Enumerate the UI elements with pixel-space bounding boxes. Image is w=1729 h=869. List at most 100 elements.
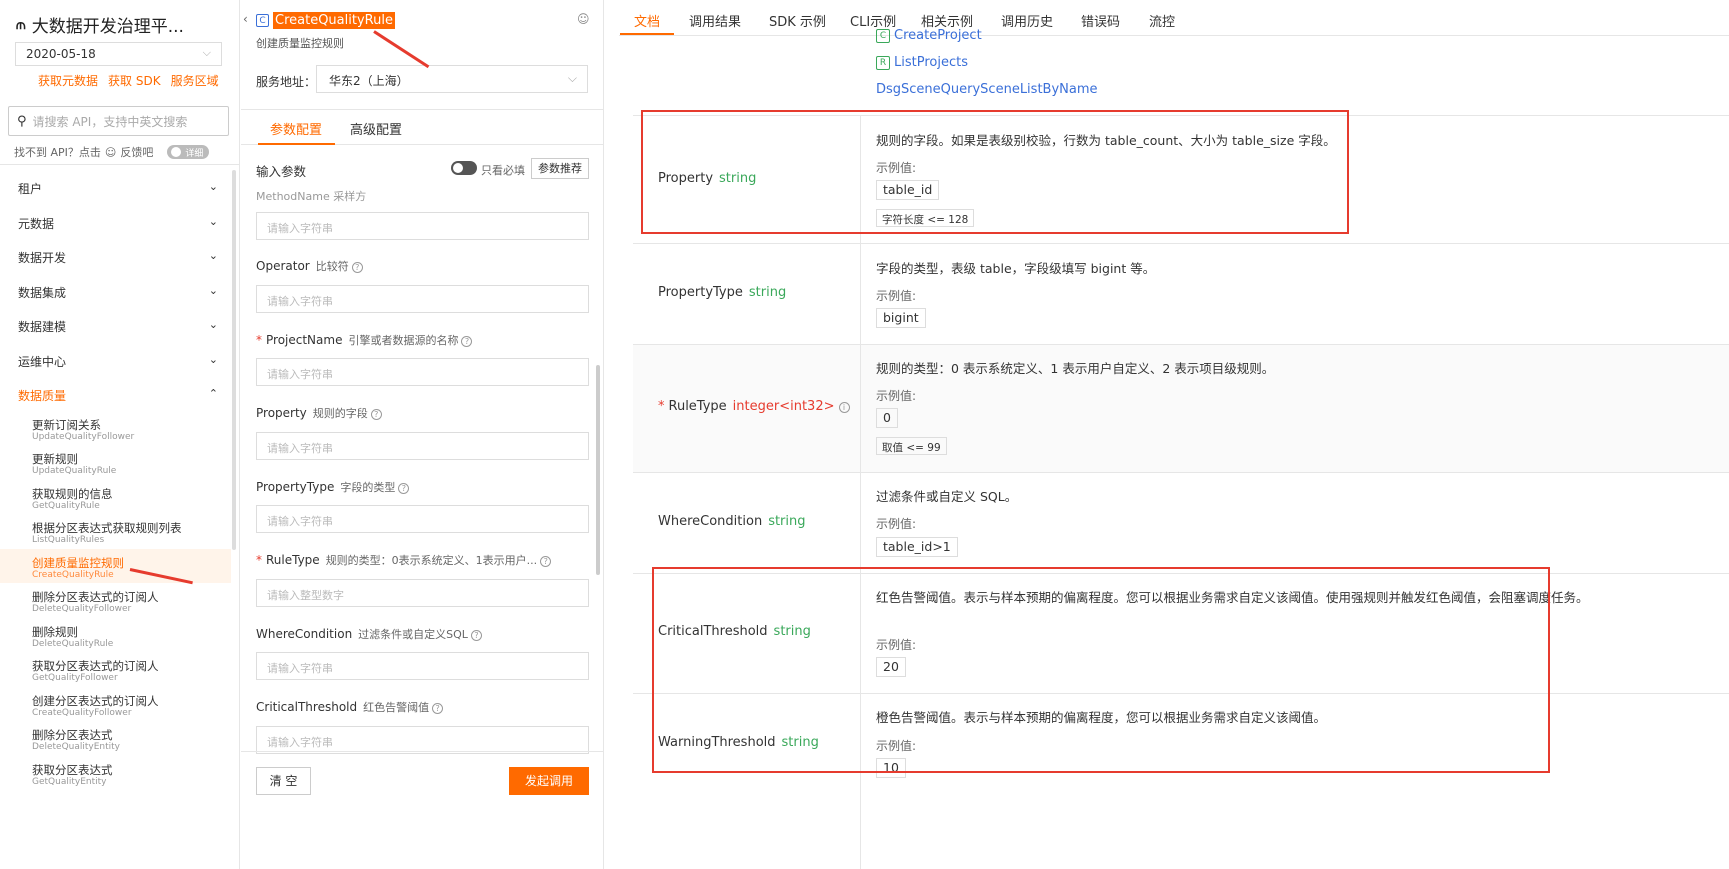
api-header: C CreateQualityRule xyxy=(256,12,395,29)
nav-category-dev[interactable]: 数据开发 ⌄ xyxy=(18,249,218,266)
nav-category-metadata[interactable]: 元数据 ⌄ xyxy=(18,215,218,232)
tab-indicator xyxy=(258,143,335,145)
param-input[interactable]: 请输入字符串 xyxy=(256,652,589,680)
chevron-up-icon: ⌃ xyxy=(208,387,218,400)
nav-item[interactable]: 获取分区表达式的订阅人 GetQualityFollower xyxy=(32,659,159,683)
top-links: 获取元数据 获取 SDK 服务区域 xyxy=(38,72,219,89)
nav-item[interactable]: 根据分区表达式获取规则列表 ListQualityRules xyxy=(32,521,182,545)
nav-category-quality[interactable]: 数据质量 ⌃ xyxy=(18,387,218,404)
feedback-icon: ☺ xyxy=(104,145,117,159)
nav-item[interactable]: 更新规则 UpdateQualityRule xyxy=(32,452,116,476)
params-scrollbar[interactable] xyxy=(596,365,600,575)
api-type-icon: C xyxy=(256,14,269,27)
param-label: * ProjectName 引擎或者数据源的名称? xyxy=(256,332,473,348)
row-divider xyxy=(633,243,1729,244)
link-region[interactable]: 服务区域 xyxy=(171,72,219,89)
param-label: CriticalThreshold 红色告警阈值? xyxy=(256,699,444,715)
param-label: Property 规则的字段? xyxy=(256,405,382,421)
row-divider xyxy=(633,472,1729,473)
param-input[interactable]: 请输入字符串 xyxy=(256,358,589,386)
example-label: 示例值: xyxy=(876,289,917,303)
param-input[interactable]: 请输入字符串 xyxy=(256,432,589,460)
chevron-down-icon: ⌄ xyxy=(208,284,218,297)
nav-item[interactable]: 获取分区表达式 GetQualityEntity xyxy=(32,763,113,787)
param-label: Operator 比较符? xyxy=(256,258,363,274)
param-name: WhereCondition string xyxy=(658,514,806,529)
service-address-label: 服务地址： xyxy=(256,75,317,89)
nav-item[interactable]: 删除规则 DeleteQualityRule xyxy=(32,625,113,649)
nav-item[interactable]: 删除分区表达式的订阅人 DeleteQualityFollower xyxy=(32,590,159,614)
search-icon: ⚲ xyxy=(17,113,27,129)
chevron-down-icon: ⌄ xyxy=(208,249,218,262)
param-input[interactable]: 请输入字符串 xyxy=(256,285,589,313)
recommend-button[interactable]: 参数推荐 xyxy=(531,158,589,179)
feedback-icon[interactable]: ☺ xyxy=(577,12,590,26)
nav-item[interactable]: 创建分区表达式的订阅人 CreateQualityFollower xyxy=(32,694,159,718)
tab-flow[interactable]: 流控 xyxy=(1149,11,1175,30)
related-link[interactable]: DsgSceneQuerySceneListByName xyxy=(876,82,1098,97)
tab-advanced[interactable]: 高级配置 xyxy=(350,119,402,138)
tab-params[interactable]: 参数配置 xyxy=(270,119,322,138)
help-icon: ? xyxy=(461,336,473,347)
send-request-button[interactable]: 发起调用 xyxy=(509,767,589,795)
example-value: bigint xyxy=(876,308,926,328)
chevron-down-icon: ⌵ xyxy=(567,71,577,85)
api-search-input[interactable]: ⚲ 请搜索 API，支持中英文搜索 xyxy=(8,106,229,136)
tab-result[interactable]: 调用结果 xyxy=(689,11,741,30)
highlight-box xyxy=(652,567,1550,773)
nav-item[interactable]: 更新订阅关系 UpdateQualityFollower xyxy=(32,418,134,442)
help-icon: ? xyxy=(470,630,482,641)
nav-category-tenant[interactable]: 租户 ⌄ xyxy=(18,180,218,197)
feedback-link[interactable]: 反馈吧 xyxy=(120,144,153,160)
param-desc: 规则的类型：0 表示系统定义、1 表示用户自定义、2 表示项目级规则。 xyxy=(876,361,1275,376)
input-params-title: 输入参数 xyxy=(256,164,307,179)
param-input[interactable]: 请输入整型数字 xyxy=(256,579,589,607)
param-label: WhereCondition 过滤条件或自定义SQL? xyxy=(256,626,482,642)
nav-category-modeling[interactable]: 数据建模 ⌄ xyxy=(18,318,218,335)
tab-indicator xyxy=(620,33,674,35)
api-name: CreateQualityRule xyxy=(273,12,395,29)
tab-errors[interactable]: 错误码 xyxy=(1081,11,1120,30)
required-only-switch[interactable] xyxy=(451,161,477,175)
required-only-label: 只看必填 xyxy=(481,164,525,177)
constraint-badge: 取值 <= 99 xyxy=(876,437,947,455)
help-icon: ? xyxy=(398,483,410,494)
detail-toggle[interactable]: 详细 xyxy=(167,145,210,159)
help-icon: ? xyxy=(351,262,363,273)
nav-item[interactable]: 获取规则的信息 GetQualityRule xyxy=(32,487,113,511)
config-tabs: 参数配置 高级配置 xyxy=(241,109,603,145)
clear-button[interactable]: 清 空 xyxy=(256,767,311,795)
param-input[interactable]: 请输入字符串 xyxy=(256,212,589,240)
example-label: 示例值: xyxy=(876,389,917,403)
info-icon: i xyxy=(838,402,850,413)
param-label-partial: MethodName 采样方 xyxy=(256,190,367,203)
doc-panel: 文档 调用结果 SDK 示例 CLI示例 相关示例 调用历史 错误码 流控 CC… xyxy=(619,0,1729,869)
param-input[interactable]: 请输入字符串 xyxy=(256,726,589,754)
help-icon: ? xyxy=(540,556,552,567)
tab-history[interactable]: 调用历史 xyxy=(1001,11,1053,30)
param-input[interactable]: 请输入字符串 xyxy=(256,505,589,533)
example-value: 0 xyxy=(876,408,898,428)
nav-item[interactable]: 删除分区表达式 DeleteQualityEntity xyxy=(32,728,120,752)
doc-tabs: 文档 调用结果 SDK 示例 CLI示例 相关示例 调用历史 错误码 流控 xyxy=(619,0,1729,36)
nav-category-ops[interactable]: 运维中心 ⌄ xyxy=(18,353,218,370)
param-name: * RuleType integer<int32> i xyxy=(658,399,850,414)
param-name: PropertyType string xyxy=(658,285,787,300)
related-link[interactable]: R ListProjects xyxy=(876,55,968,70)
link-sdk[interactable]: 获取 SDK xyxy=(108,72,161,89)
tab-sdk[interactable]: SDK 示例 xyxy=(769,11,826,30)
link-metadata[interactable]: 获取元数据 xyxy=(38,72,98,89)
service-address-select[interactable]: 华东2（上海） ⌵ xyxy=(316,65,588,93)
nav-item-active[interactable]: 创建质量监控规则 CreateQualityRule xyxy=(32,556,124,580)
app-title[interactable]: ⫙ 大数据开发治理平... xyxy=(16,12,184,38)
chevron-down-icon: ⌄ xyxy=(208,180,218,193)
sidebar-scrollbar[interactable] xyxy=(232,170,236,550)
chevron-down-icon: ⌄ xyxy=(208,353,218,366)
left-sidebar: ⫙ 大数据开发治理平... 2020-05-18 ⌵ 获取元数据 获取 SDK … xyxy=(0,0,240,869)
nav-category-integration[interactable]: 数据集成 ⌄ xyxy=(18,284,218,301)
api-icon: R xyxy=(876,55,890,70)
date-select[interactable]: 2020-05-18 ⌵ xyxy=(15,42,222,66)
tab-docs[interactable]: 文档 xyxy=(634,11,660,30)
related-link[interactable]: C CreateProject xyxy=(876,28,982,43)
collapse-icon[interactable]: ‹ xyxy=(243,12,248,26)
